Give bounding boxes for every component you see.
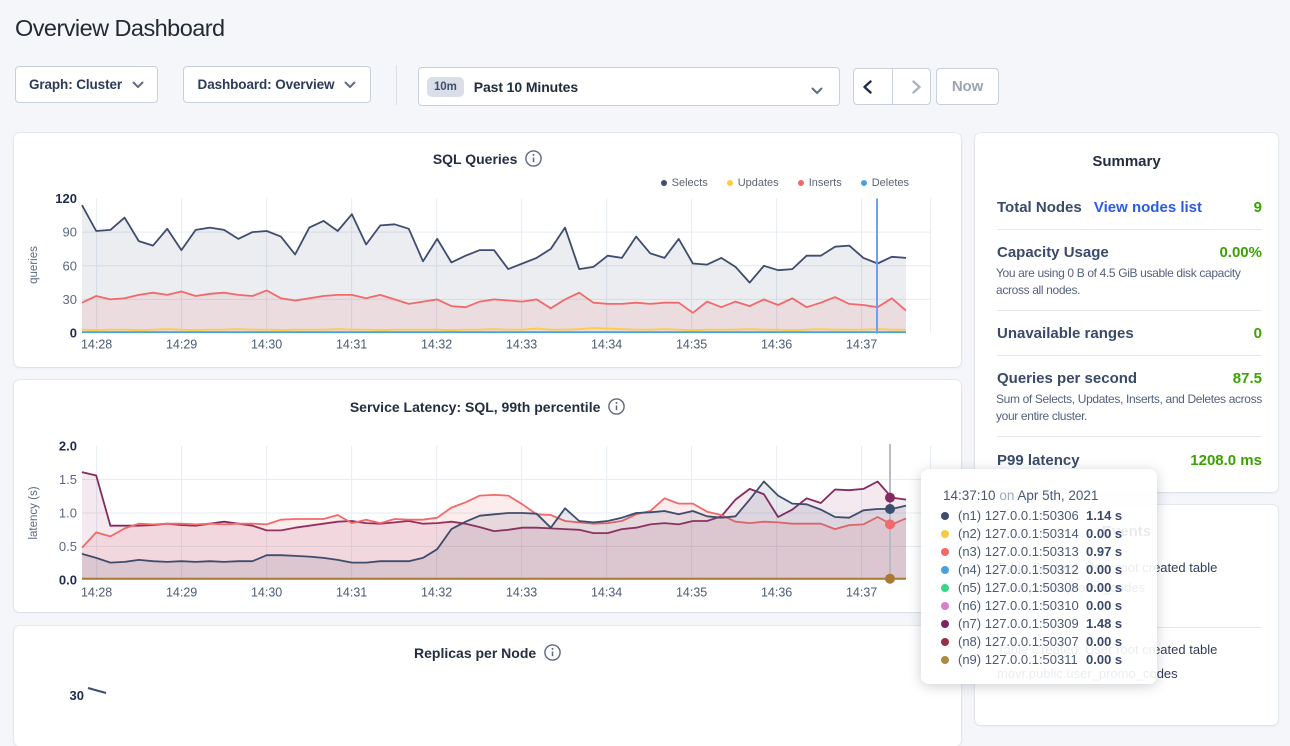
svg-text:14:33: 14:33 bbox=[506, 586, 537, 600]
svg-text:latency (s): latency (s) bbox=[28, 486, 40, 539]
svg-text:14:32: 14:32 bbox=[421, 586, 452, 600]
svg-text:14:31: 14:31 bbox=[336, 586, 367, 600]
svg-text:14:36: 14:36 bbox=[761, 338, 792, 352]
svg-text:14:35: 14:35 bbox=[676, 586, 707, 600]
svg-text:14:29: 14:29 bbox=[166, 586, 197, 600]
svg-text:14:34: 14:34 bbox=[591, 338, 622, 352]
svg-text:14:28: 14:28 bbox=[81, 586, 112, 600]
svg-text:14:30: 14:30 bbox=[251, 338, 282, 352]
svg-text:1.5: 1.5 bbox=[59, 472, 77, 487]
svg-text:120: 120 bbox=[55, 191, 77, 206]
svg-text:90: 90 bbox=[63, 225, 77, 240]
svg-text:1.0: 1.0 bbox=[59, 506, 77, 521]
svg-text:30: 30 bbox=[63, 292, 77, 307]
svg-text:14:31: 14:31 bbox=[336, 338, 367, 352]
svg-text:14:37: 14:37 bbox=[846, 586, 877, 600]
svg-text:14:35: 14:35 bbox=[676, 338, 707, 352]
svg-text:14:29: 14:29 bbox=[166, 338, 197, 352]
svg-text:14:34: 14:34 bbox=[591, 586, 622, 600]
svg-text:2.0: 2.0 bbox=[59, 439, 77, 454]
svg-text:14:33: 14:33 bbox=[506, 338, 537, 352]
svg-text:0.5: 0.5 bbox=[59, 539, 77, 554]
svg-text:14:30: 14:30 bbox=[251, 586, 282, 600]
svg-text:0.0: 0.0 bbox=[59, 573, 77, 588]
svg-text:14:37: 14:37 bbox=[846, 338, 877, 352]
svg-text:0: 0 bbox=[70, 326, 77, 341]
svg-text:30: 30 bbox=[70, 688, 84, 703]
svg-text:14:32: 14:32 bbox=[421, 338, 452, 352]
svg-text:queries: queries bbox=[28, 246, 40, 284]
svg-text:14:28: 14:28 bbox=[81, 338, 112, 352]
svg-text:60: 60 bbox=[63, 258, 77, 273]
svg-text:14:36: 14:36 bbox=[761, 586, 792, 600]
